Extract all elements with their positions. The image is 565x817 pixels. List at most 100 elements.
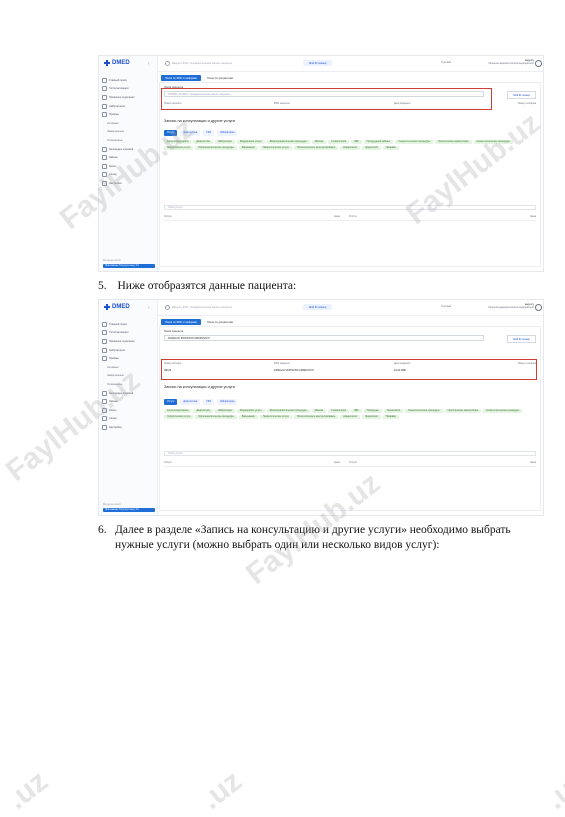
collapse-icon[interactable]: ‹	[148, 61, 150, 67]
service-chip[interactable]: Хирургические услуги	[164, 415, 194, 420]
sidebar-item[interactable]: Приемы	[102, 354, 155, 363]
sidebar-item[interactable]: Настройки	[102, 179, 155, 188]
global-search-input[interactable]: Введите ФИО, предварительная запись паци…	[165, 60, 299, 66]
service-chip[interactable]: Психологическое консультирование	[293, 146, 339, 151]
id-scanner-button[interactable]: Мой ID сканер	[303, 60, 333, 66]
sidebar-item[interactable]: Календарь приемов	[102, 145, 155, 154]
service-chip[interactable]: Неврологические услуги	[259, 415, 292, 420]
service-chip[interactable]: Консультация врача	[164, 409, 192, 414]
service-chip[interactable]: Эндоскопия	[361, 415, 381, 420]
service-tab[interactable]: Лаборатория	[216, 399, 238, 405]
sidebar-item[interactable]: Настройки	[102, 423, 155, 432]
service-chip[interactable]: Урологические манипуляции	[444, 409, 482, 414]
service-chip[interactable]: Косметологические процедуры	[483, 409, 523, 414]
service-chip[interactable]: Физиотерапевтические процедуры	[266, 140, 310, 145]
sidebar-item[interactable]: Заказы	[102, 397, 155, 406]
service-chip[interactable]: Неврологические услуги	[259, 146, 292, 151]
id-scanner-button[interactable]: Мой ID сканер	[303, 304, 333, 310]
sidebar-item[interactable]: Приемное отделение	[102, 337, 155, 346]
service-chip[interactable]: Стоматология	[328, 140, 350, 145]
service-chip[interactable]: Массаж	[311, 409, 327, 414]
service-chip[interactable]: ЛФК	[351, 140, 362, 145]
sidebar-item[interactable]: Календарь приемов	[102, 389, 155, 398]
service-chip[interactable]: Вакцинация	[238, 415, 258, 420]
language-select[interactable]: Русский	[441, 61, 451, 64]
user-info[interactable]: aagency Лицензия администратора медицинс…	[488, 59, 534, 65]
service-chip[interactable]: Гинекологические процедуры	[405, 409, 443, 414]
service-chip[interactable]: Кардиология	[340, 146, 360, 151]
sidebar-item[interactable]: Активные	[102, 363, 155, 372]
service-tab[interactable]: Лаборатория	[216, 130, 238, 136]
tab-search-by-name[interactable]: Поиск по ФИО и шифрами	[161, 319, 202, 326]
language-select[interactable]: Русский	[441, 305, 451, 308]
sidebar-item[interactable]: Госпитализация	[102, 329, 155, 338]
service-chip[interactable]: Стоматология	[328, 409, 350, 414]
sidebar-item[interactable]: Активные	[102, 119, 155, 128]
service-tab[interactable]: Услуги	[164, 130, 178, 136]
sidebar-item[interactable]: Приемное отделение	[102, 93, 155, 102]
avatar[interactable]	[535, 304, 542, 311]
global-search-input[interactable]: Введите ФИО, предварительная запись паци…	[165, 304, 299, 310]
patient-search-input[interactable]: KAMALOV ZOHIDJON UMAROVICH	[164, 335, 484, 341]
sidebar-item[interactable]: Завершенные	[102, 372, 155, 381]
find-patient-button[interactable]: Мой ID сканер	[507, 335, 536, 343]
service-chip[interactable]: Прививки	[382, 146, 399, 151]
sidebar-item[interactable]: Заказы	[102, 153, 155, 162]
service-chip[interactable]: Медицинские услуги	[236, 140, 265, 145]
service-chip[interactable]: Процедуры	[363, 409, 382, 414]
sidebar-item[interactable]: Кассы	[102, 162, 155, 171]
sidebar-item[interactable]: Амбулатория	[102, 102, 155, 111]
sidebar-item[interactable]: Склад	[102, 415, 155, 424]
sidebar-item[interactable]: Отмененные	[102, 380, 155, 389]
sidebar-item[interactable]: Главный поиск	[102, 320, 155, 329]
find-patient-button[interactable]: Мой ID сканер	[507, 91, 536, 99]
avatar[interactable]	[535, 60, 542, 67]
tab-search-by-name[interactable]: Поиск по ФИО и шифрами	[161, 75, 202, 82]
service-chip[interactable]: Массаж	[311, 140, 327, 145]
service-chip[interactable]: Вакцинация	[238, 146, 258, 151]
gov-app-button[interactable]: Приложение Госуслуги мед. 2.0	[103, 263, 155, 268]
gov-app-button[interactable]: Приложение Госуслуги мед. 2.0	[103, 507, 155, 512]
sidebar-footer: Медицинский Приложение Госуслуги мед. 2.…	[103, 258, 155, 268]
service-tab[interactable]: УЗИ	[203, 399, 214, 405]
user-info[interactable]: aagency Лицензия администратора медицинс…	[488, 303, 534, 309]
service-chip[interactable]: Физиотерапевтические процедуры	[266, 409, 310, 414]
service-chip[interactable]: Косметологические процедуры	[473, 140, 513, 145]
sidebar-item[interactable]: Амбулатория	[102, 346, 155, 355]
service-tab[interactable]: Диагностика	[180, 399, 201, 405]
sidebar-item[interactable]: Кассы	[102, 406, 155, 415]
service-chip[interactable]: Гинекология	[383, 409, 403, 414]
sidebar-item[interactable]: Главный поиск	[102, 76, 155, 85]
service-chip[interactable]: Психологическое консультирование	[293, 415, 339, 420]
sidebar-item[interactable]: Приемы	[102, 110, 155, 119]
sidebar-item[interactable]: Отмененные	[102, 136, 155, 145]
service-chip[interactable]: ЛФК	[351, 409, 362, 414]
service-chip[interactable]: Кардиология	[340, 415, 360, 420]
sidebar-item[interactable]: Склад	[102, 171, 155, 180]
tab-search-by-documents[interactable]: Поиск по документам	[203, 75, 237, 81]
tab-search-by-documents[interactable]: Поиск по документам	[203, 319, 237, 325]
service-chip[interactable]: Прививки	[382, 415, 399, 420]
service-chip[interactable]: Диагностика	[193, 140, 213, 145]
services-table-header: Услуга Цена Услуга Цена	[164, 215, 536, 221]
service-chip[interactable]: Урологические манипуляции	[434, 140, 472, 145]
service-chip[interactable]: Медицинские услуги	[236, 409, 265, 414]
service-filter-input[interactable]: Поиск услуги	[164, 205, 536, 210]
service-chip[interactable]: Гинекологические процедуры	[395, 140, 433, 145]
service-chip[interactable]: Лаборатория	[214, 140, 235, 145]
service-chip[interactable]: Офтальмологические процедуры	[195, 146, 237, 151]
service-chip[interactable]: Консультация врача	[164, 140, 192, 145]
sidebar-item[interactable]: Госпитализация	[102, 85, 155, 94]
sidebar-item[interactable]: Завершенные	[102, 128, 155, 137]
service-chip[interactable]: Офтальмологические процедуры	[195, 415, 237, 420]
service-chip[interactable]: Диагностика	[193, 409, 213, 414]
service-chip[interactable]: Эндоскопия	[361, 146, 381, 151]
service-tab[interactable]: Услуги	[164, 399, 178, 405]
service-tab[interactable]: Диагностика	[180, 130, 201, 136]
service-chip[interactable]: Процедурный кабинет	[363, 140, 394, 145]
service-filter-input[interactable]: Поиск услуги	[164, 451, 536, 456]
service-tab[interactable]: УЗИ	[203, 130, 214, 136]
service-chip[interactable]: Хирургические услуги	[164, 146, 194, 151]
collapse-icon[interactable]: ‹	[148, 305, 150, 311]
service-chip[interactable]: Лаборатория	[214, 409, 235, 414]
